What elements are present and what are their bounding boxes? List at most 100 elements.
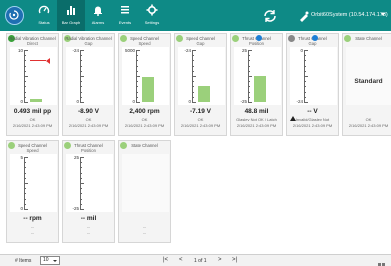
nav-alarms[interactable]: Alarms: [84, 0, 112, 31]
scale-tick: [24, 193, 26, 195]
channel-tile[interactable]: Thrust Channel Position 25 -25 48.8 mil Gl…: [230, 33, 283, 136]
alarm-setpoint-marker: [30, 60, 46, 61]
scale-bottom-label: -24: [296, 99, 303, 104]
previous-page-button[interactable]: <: [179, 256, 183, 265]
nav-status[interactable]: Status: [30, 0, 58, 31]
channel-tile[interactable]: Speed Channel Speed 5 0 -- rpm -- --: [6, 140, 59, 243]
channel-status: Invalid/Glaslev Not: [295, 117, 330, 122]
scale-tick: [192, 102, 196, 103]
scale-tick: [136, 65, 138, 67]
channel-timestamp: 2/16/2021 2:43:09 PM: [180, 123, 221, 128]
scale-top-label: 25: [73, 155, 79, 160]
scale-tick: [248, 60, 250, 62]
level-bar: [30, 99, 42, 102]
bar-gauge: 5000 0: [122, 47, 169, 105]
channel-tile[interactable]: Speed Channel Speed 5000 0 2,400 rpm OK 2/1…: [118, 33, 171, 136]
scale-tick: [24, 183, 28, 184]
scale-tick: [80, 70, 82, 72]
channel-status: --: [143, 224, 146, 229]
channel-tile[interactable]: Radial Vibration Channel Gap -24 0 -8.90 …: [62, 33, 115, 136]
scale-tick: [80, 203, 82, 205]
bar-gauge: 5 0: [10, 154, 57, 212]
list-events-icon: [111, 4, 139, 17]
scale-tick: [24, 203, 26, 205]
channel-tile[interactable]: Thrust Channel Gap 0 -24 -- V Invalid/Glas…: [286, 33, 339, 136]
scale-tick: [192, 96, 194, 98]
channel-measure: Gap: [308, 41, 317, 46]
scale-tick: [192, 55, 194, 57]
nav-settings[interactable]: Settings: [138, 0, 166, 31]
scale-tick: [192, 86, 194, 88]
scale-tick: [136, 76, 140, 77]
channel-tile[interactable]: State Channel Standard OK 2/16/2021 2:43:09…: [342, 33, 391, 136]
state-panel: [122, 154, 169, 212]
pagination-footer: # Items 10 |< < 1 of 1 > >|: [0, 254, 391, 266]
channel-tile[interactable]: Radial Vibration Channel Direct 10 0 0.49…: [6, 33, 59, 136]
scale-tick: [136, 70, 138, 72]
nav-bar-graph[interactable]: Bar Graph: [57, 0, 85, 31]
scale-tick: [24, 81, 26, 83]
channel-status: OK: [141, 117, 148, 122]
channel-timestamp: --: [143, 230, 146, 235]
scale-tick: [136, 55, 138, 57]
first-page-button[interactable]: |<: [163, 256, 168, 265]
scale-tick: [248, 70, 250, 72]
channel-value: 48.8 mil: [244, 108, 269, 115]
scale-tick: [136, 81, 138, 83]
last-page-button[interactable]: >|: [232, 256, 237, 265]
channel-measure: Direct: [27, 41, 38, 46]
scale-tick: [80, 91, 82, 93]
channel-tile[interactable]: Speed Channel Gap -24 0 -7.19 V OK 2/16/202…: [174, 33, 227, 136]
scale-tick: [24, 188, 26, 190]
scale-top-label: -24: [184, 48, 191, 53]
channel-measure: Gap: [84, 41, 93, 46]
channel-measure: Speed: [26, 148, 39, 153]
level-bar: [142, 77, 154, 102]
scale-tick: [80, 177, 82, 179]
channel-value: 0.493 mil pp: [13, 108, 52, 115]
scale-tick: [80, 65, 82, 67]
scale-top-label: 25: [241, 48, 247, 53]
sync-icon[interactable]: [262, 8, 278, 24]
channel-timestamp: 2/16/2021 2:43:09 PM: [348, 123, 389, 128]
scale-tick: [24, 198, 26, 200]
scale-tick: [80, 86, 82, 88]
chevron-down-icon[interactable]: [381, 13, 385, 16]
scale-tick: [80, 102, 84, 103]
scale-bottom-label: 0: [132, 99, 135, 104]
next-page-button[interactable]: >: [218, 256, 222, 265]
nav-events[interactable]: Events: [111, 0, 139, 31]
scale-bottom-label: 0: [20, 206, 23, 211]
scale-bottom-label: 0: [188, 99, 191, 104]
scale-tick: [24, 50, 28, 51]
lock-icon: [312, 35, 318, 41]
channel-tile[interactable]: Thrust Channel Position 25 -25 -- mil -- --: [62, 140, 115, 243]
bar-gauge: -24 0: [66, 47, 113, 105]
scale-tick: [80, 76, 84, 77]
items-per-page-select[interactable]: 10: [40, 256, 60, 265]
scale-bottom-label: 0: [76, 99, 79, 104]
grid-view-icon[interactable]: [378, 257, 386, 266]
system-name[interactable]: Orbit60System (10.54.174.173): [311, 12, 388, 18]
scale-tick: [24, 209, 28, 210]
scale-tick: [304, 70, 306, 72]
scale-tick: [80, 81, 82, 83]
channel-tile[interactable]: State Channel -- --: [118, 140, 171, 243]
scale-tick: [24, 172, 26, 174]
scale-tick: [24, 65, 26, 67]
scale-tick: [192, 70, 194, 72]
scale-tick: [136, 50, 140, 51]
channel-measure: Position: [81, 148, 96, 153]
scale-bottom-label: -25: [240, 99, 247, 104]
scale-tick: [24, 177, 26, 179]
scale-top-label: 5000: [124, 48, 135, 53]
scale-top-label: 5: [20, 155, 23, 160]
scale-tick: [304, 91, 306, 93]
app-logo-icon[interactable]: [5, 6, 24, 25]
scale-tick: [304, 65, 306, 67]
scale-tick: [80, 162, 82, 164]
bar-gauge: 10 0: [10, 47, 57, 105]
scale-tick: [24, 96, 26, 98]
bell-alarm-icon: [84, 4, 112, 17]
scale-tick: [136, 102, 140, 103]
